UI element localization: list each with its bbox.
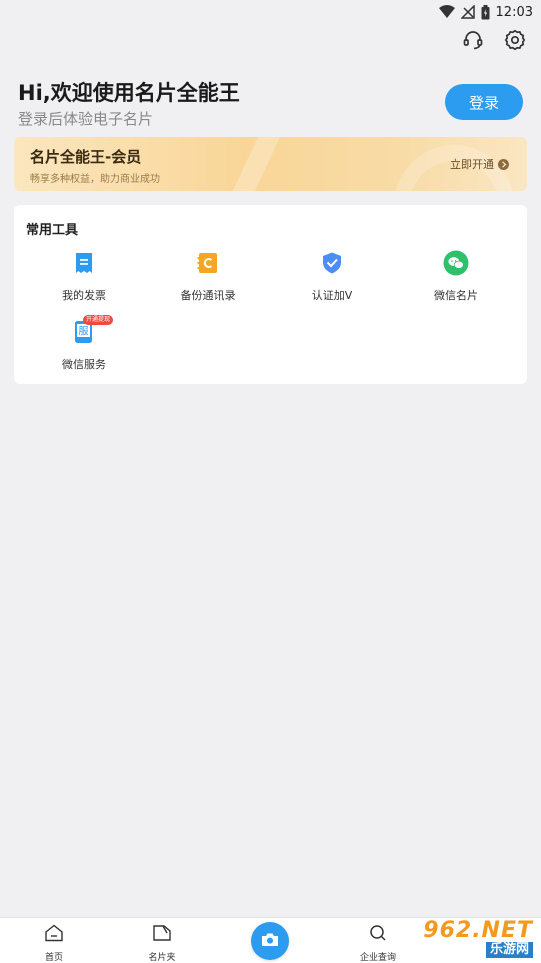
wifi-icon [438,5,455,19]
tool-label: 微信名片 [434,289,478,302]
greeting-title: Hi,欢迎使用名片全能王 [18,81,240,105]
top-actions [461,28,527,52]
nav-home[interactable]: 首页 [24,924,84,963]
chevron-right-icon [498,158,509,170]
wechat-icon [443,250,469,276]
customer-service-icon[interactable] [461,28,485,52]
tool-label: 微信服务 [62,358,106,371]
vip-banner[interactable]: 名片全能王-会员 畅享多种权益，助力商业成功 立即开通 [14,137,527,191]
battery-icon [481,4,490,20]
watermark-bottom-text: 乐游网 [485,942,533,958]
home-icon [44,924,64,946]
settings-gear-icon[interactable] [503,28,527,52]
tool-label: 认证加V [311,289,353,302]
promo-badge: 开通提现 [83,315,114,325]
site-watermark-logo: 962.NET 乐游网 [404,915,541,963]
signal-icon [460,5,475,19]
tool-label: 我的发票 [62,289,106,302]
backup-contacts-icon [195,250,221,276]
nav-label: 企业查询 [359,953,396,963]
login-button[interactable]: 登录 [445,84,523,120]
status-time: 12:03 [495,4,533,20]
camera-icon [261,932,279,951]
common-tools-card: 常用工具 我的发票 备份通讯录 认证加V 微信名片 服 开通提现 微信服务 [14,205,527,384]
nav-label: 名片夹 [148,953,176,963]
tool-wechat-card[interactable]: 微信名片 [392,250,520,303]
tool-backup-contacts[interactable]: 备份通讯录 [144,250,272,303]
verify-shield-icon [319,250,345,276]
card-folder-icon [152,924,172,946]
tool-label: 备份通讯录 [180,289,236,302]
search-icon [368,924,388,946]
nav-label: 首页 [44,953,63,963]
vip-description: 畅享多种权益，助力商业成功 [30,174,160,185]
vip-title: 名片全能王-会员 [30,148,142,166]
tool-wechat-service[interactable]: 服 开通提现 微信服务 [20,315,148,372]
banner-decoration [225,137,403,191]
svg-text:服: 服 [79,326,89,338]
tool-verify[interactable]: 认证加V [268,250,396,303]
nav-card-folder[interactable]: 名片夹 [132,924,192,963]
tools-section-title: 常用工具 [26,223,79,238]
wechat-service-icon: 服 开通提现 [71,315,114,345]
nav-company-search[interactable]: 企业查询 [348,924,408,963]
vip-activate-link[interactable]: 立即开通 [450,156,509,172]
vip-activate-label: 立即开通 [450,158,494,171]
status-bar: 12:03 [0,0,541,24]
invoice-icon [71,250,97,276]
camera-scan-button[interactable] [251,922,289,960]
watermark-top-text: 962.NET [423,918,533,943]
tool-invoice[interactable]: 我的发票 [20,250,148,303]
greeting-subtitle: 登录后体验电子名片 [18,110,154,128]
